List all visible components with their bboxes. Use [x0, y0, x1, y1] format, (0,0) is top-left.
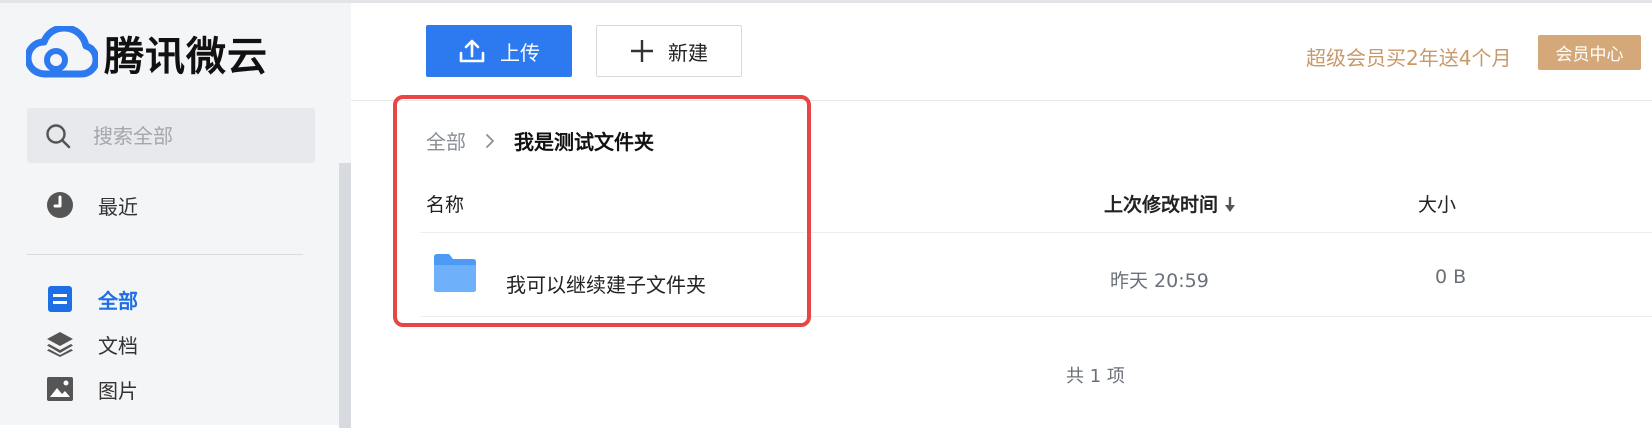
- search-icon: [45, 123, 71, 149]
- breadcrumb-current: 我是测试文件夹: [514, 130, 654, 154]
- table-row[interactable]: 我可以继续建子文件夹 昨天 20:59 0 B: [420, 233, 1652, 315]
- sidebar-item-label: 最近: [98, 194, 138, 219]
- chevron-right-icon: [484, 133, 496, 149]
- sidebar-item-label: 文档: [98, 333, 138, 358]
- file-size: 0 B: [1435, 266, 1467, 288]
- app-name: 腾讯微云: [104, 34, 268, 80]
- upload-icon: [458, 38, 486, 64]
- breadcrumb: 全部 我是测试文件夹: [426, 126, 654, 155]
- cloud-logo-icon: [26, 26, 98, 80]
- sidebar-item-label: 全部: [98, 288, 138, 313]
- sidebar-item-recent[interactable]: 最近: [46, 187, 138, 223]
- column-header-modified-label: 上次修改时间: [1104, 194, 1219, 216]
- document-icon: [46, 285, 74, 313]
- plus-icon: [630, 39, 654, 63]
- column-header-modified[interactable]: 上次修改时间: [1104, 190, 1236, 217]
- folder-icon: [432, 253, 478, 297]
- clock-icon: [46, 191, 74, 219]
- breadcrumb-root[interactable]: 全部: [426, 126, 466, 155]
- sidebar-divider: [27, 254, 303, 255]
- promo-link[interactable]: 超级会员买2年送4个月: [1306, 42, 1511, 71]
- sort-arrow-down-icon: [1224, 195, 1236, 213]
- new-label: 新建: [668, 40, 708, 65]
- file-name[interactable]: 我可以继续建子文件夹: [506, 269, 706, 298]
- app-logo[interactable]: 腾讯微云: [26, 23, 268, 83]
- sidebar-item-all[interactable]: 全部: [46, 281, 138, 317]
- sidebar-item-documents[interactable]: 文档: [46, 326, 138, 362]
- layers-icon: [46, 330, 74, 358]
- sidebar-scrollbar[interactable]: [339, 163, 351, 428]
- image-icon: [46, 375, 74, 403]
- column-header-name[interactable]: 名称: [426, 190, 464, 217]
- vip-center-button[interactable]: 会员中心: [1538, 35, 1641, 70]
- sidebar-item-images[interactable]: 图片: [46, 371, 138, 407]
- upload-button[interactable]: 上传: [426, 25, 572, 77]
- new-button[interactable]: 新建: [596, 25, 742, 77]
- file-modified: 昨天 20:59: [1110, 270, 1209, 292]
- search-box[interactable]: [27, 108, 315, 163]
- row-divider: [420, 316, 1652, 317]
- toolbar-divider: [351, 100, 1652, 101]
- upload-label: 上传: [500, 40, 540, 65]
- sidebar: 腾讯微云 最近 全部: [0, 3, 351, 428]
- item-count: 共 1 项: [1066, 366, 1125, 387]
- column-header-size[interactable]: 大小: [1418, 190, 1456, 217]
- sidebar-item-label: 图片: [98, 378, 138, 403]
- search-input[interactable]: [91, 122, 295, 149]
